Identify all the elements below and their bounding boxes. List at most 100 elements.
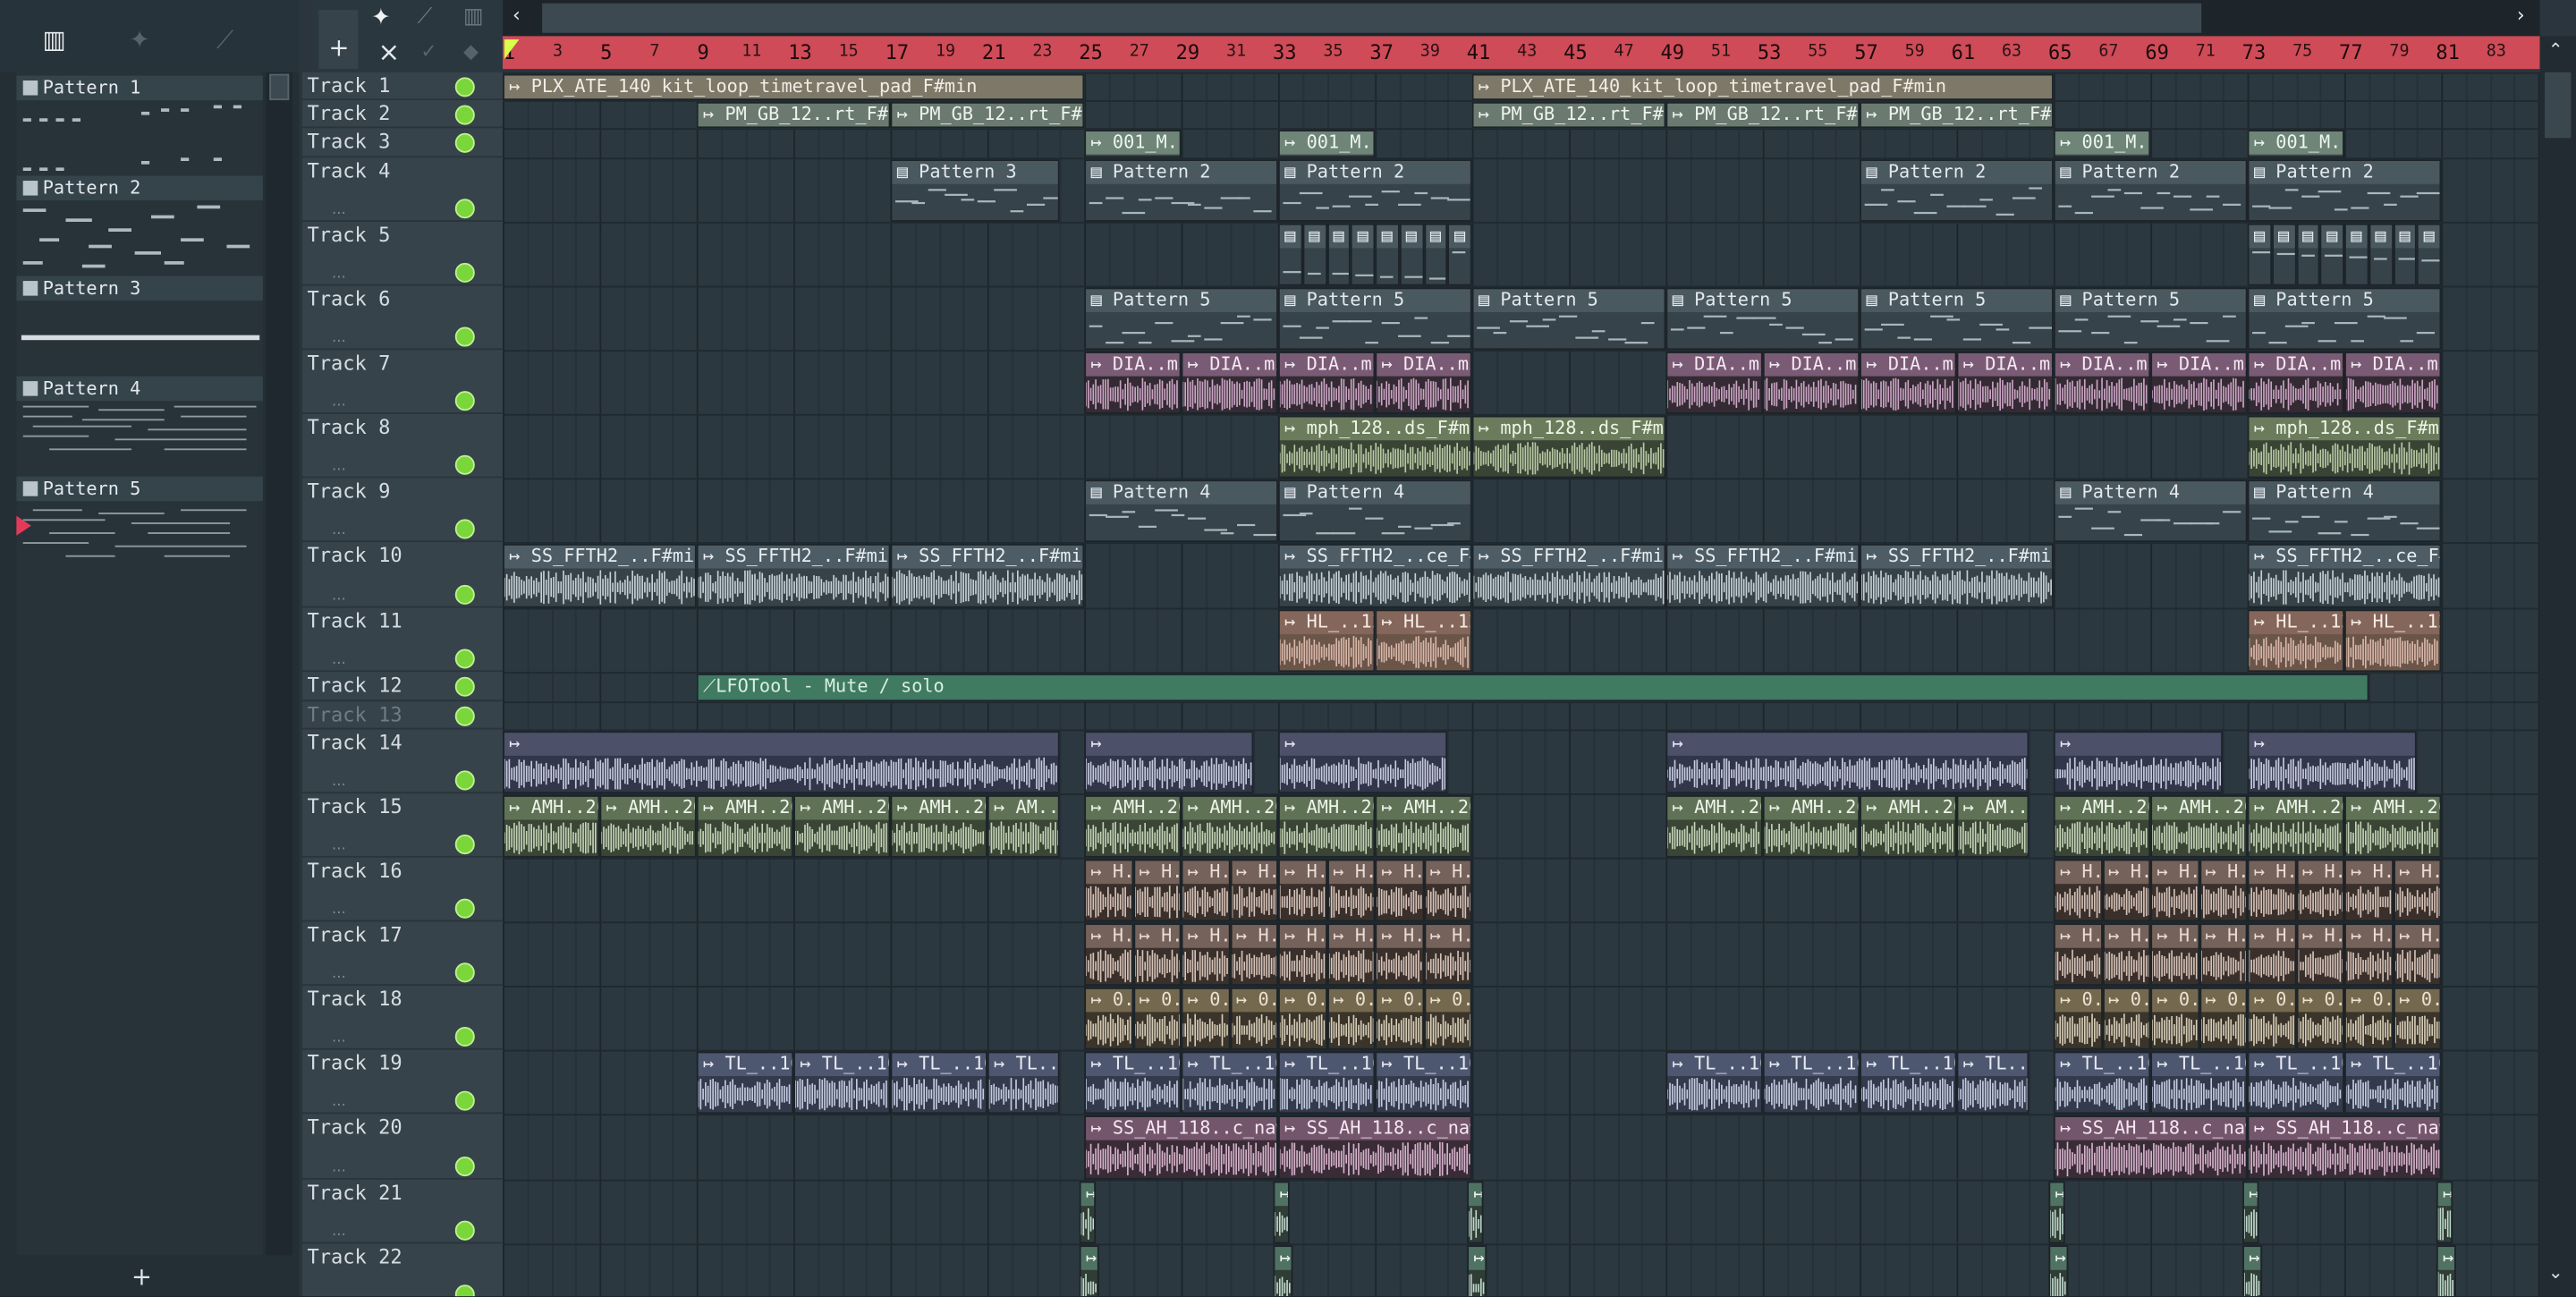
track-name[interactable]: Track 3 bbox=[307, 130, 390, 153]
track-name[interactable]: Track 4 bbox=[307, 159, 390, 182]
track-options-icon[interactable]: ... bbox=[332, 1288, 346, 1296]
pattern-header[interactable]: Pattern 1 bbox=[16, 75, 263, 101]
playlist-clip[interactable]: ↦ PM_GB_12..rt_F#min bbox=[696, 101, 891, 129]
track-name[interactable]: Track 6 bbox=[307, 287, 390, 310]
playlist-clip[interactable]: ▤ bbox=[1447, 223, 1472, 286]
playlist-clip[interactable]: ↦ mph_128..ds_F#min bbox=[1277, 415, 1472, 479]
playlist-clip[interactable]: ↦ TL_..100 bbox=[1860, 1051, 1957, 1115]
playlist-clip[interactable]: ↦ TL_..100 bbox=[1277, 1051, 1376, 1115]
track-mute-led[interactable] bbox=[454, 1157, 475, 1177]
playlist-clip[interactable]: ↦ bbox=[1665, 731, 2029, 794]
pattern-item[interactable]: Pattern 3 bbox=[16, 273, 263, 371]
playlist-clip[interactable]: ↦ H.. bbox=[1132, 923, 1182, 987]
playlist-clip[interactable]: ↦ DIA..min bbox=[1762, 352, 1860, 414]
playlist-clip[interactable]: ↦ H.. bbox=[1326, 859, 1376, 922]
playlist-clip[interactable]: ↦ DIA..min bbox=[2343, 352, 2442, 414]
pattern-item[interactable]: Pattern 5 bbox=[16, 473, 263, 572]
add-pattern-button[interactable]: + bbox=[131, 1262, 152, 1292]
playlist-clip[interactable]: ↦ DIA..min bbox=[2053, 352, 2151, 414]
track-name[interactable]: Track 17 bbox=[307, 923, 402, 946]
pattern-header[interactable]: Pattern 4 bbox=[16, 376, 263, 402]
track-options-icon[interactable]: ... bbox=[332, 522, 346, 538]
playlist-clip[interactable]: ↦ TL_..100 bbox=[1084, 1051, 1182, 1115]
track-name[interactable]: Track 12 bbox=[307, 674, 402, 697]
playlist-clip[interactable]: ▤ bbox=[2368, 223, 2394, 286]
playlist-clip[interactable]: ▤ bbox=[1423, 223, 1448, 286]
track-header[interactable]: Track 6... bbox=[301, 286, 504, 351]
playlist-clip[interactable]: ↦ SS_AH_118..c_naweli bbox=[1084, 1115, 1278, 1180]
track-options-icon[interactable]: ... bbox=[332, 902, 346, 918]
automation-clip[interactable]: ⟋LFOTool - Mute / solo bbox=[696, 674, 2369, 702]
pattern-item[interactable]: Pattern 1 bbox=[16, 72, 263, 172]
playlist-clip[interactable]: ↦ TL_..100 bbox=[696, 1051, 794, 1115]
track-mute-led[interactable] bbox=[454, 676, 475, 697]
playlist-clip[interactable]: ↦ bbox=[1277, 731, 1448, 794]
playlist-clip[interactable]: ↦ 0.. bbox=[2393, 987, 2442, 1050]
playlist-clip[interactable]: ↦ TL_..100 bbox=[890, 1051, 987, 1115]
picker-scroll-thumb[interactable] bbox=[269, 73, 290, 101]
playlist-clip[interactable]: ↦ bbox=[1467, 1245, 1487, 1297]
playlist-clip[interactable]: ↦ H.. bbox=[1181, 859, 1230, 922]
playlist-clip[interactable]: ↦ AMH..20 bbox=[2343, 794, 2442, 858]
picker-scrollbar[interactable] bbox=[266, 72, 292, 1256]
track-header[interactable]: Track 1 bbox=[301, 72, 504, 101]
track-mute-led[interactable] bbox=[454, 1090, 475, 1111]
track-header[interactable]: Track 18... bbox=[301, 986, 504, 1050]
track-mute-led[interactable] bbox=[454, 584, 475, 605]
playlist-clip[interactable]: ↦ 0.. bbox=[1229, 987, 1278, 1050]
track-name[interactable]: Track 7 bbox=[307, 352, 390, 375]
track-mute-led[interactable] bbox=[454, 262, 475, 283]
track-name[interactable]: Track 5 bbox=[307, 224, 390, 247]
vertical-scrollbar[interactable] bbox=[2539, 36, 2576, 1297]
playlist-clip[interactable]: ↦ AMH..20 bbox=[1762, 794, 1860, 858]
playlist-clip[interactable]: ▤ Pattern 5 bbox=[1471, 287, 1666, 351]
playlist-clip[interactable]: ↦ H.. bbox=[2393, 923, 2442, 987]
playlist-clip[interactable]: ↦ TL_..100 bbox=[2150, 1051, 2248, 1115]
playlist-clip[interactable]: ↦ DIA..min bbox=[1375, 352, 1472, 414]
playlist-clip[interactable]: ↦ H.. bbox=[1423, 923, 1472, 987]
track-name[interactable]: Track 20 bbox=[307, 1115, 402, 1139]
timeline-ruler[interactable]: 1 3 5 7 9 11 13 15 17 19 21 23 25 27 29 31 33 35 37 39 41 43 4… bbox=[503, 36, 2540, 70]
playlist-clip[interactable]: ↦ 0.. bbox=[1084, 987, 1133, 1050]
playlist-clip[interactable]: ▤ bbox=[2393, 223, 2418, 286]
playlist-clip[interactable]: ↦ bbox=[2242, 1245, 2262, 1297]
track-options-icon[interactable]: ... bbox=[332, 589, 346, 605]
playlist-clip[interactable]: ↦ bbox=[503, 731, 1061, 794]
track-header[interactable]: Track 11... bbox=[301, 608, 504, 673]
playlist-clip[interactable]: ▤ bbox=[1326, 223, 1352, 286]
edit-tool-icon[interactable]: ✓ bbox=[420, 39, 436, 63]
playlist-grid[interactable]: ↦ PLX_ATE_140_kit_loop_timetravel_pad_F#… bbox=[503, 72, 2540, 1297]
playlist-clip[interactable]: ↦ PLX_ATE_140_kit_loop_timetravel_pad_F#… bbox=[503, 73, 1085, 101]
playlist-clip[interactable]: ↦ bbox=[2436, 1245, 2456, 1297]
playlist-clip[interactable]: ↦ AMH..20 bbox=[1665, 794, 1763, 858]
track-header[interactable]: Track 4... bbox=[301, 157, 504, 222]
playlist-clip[interactable]: ▤ Pattern 5 bbox=[2053, 287, 2248, 351]
playlist-clip[interactable]: ▤ Pattern 4 bbox=[1277, 479, 1472, 543]
track-options-icon[interactable]: ... bbox=[332, 394, 346, 411]
playlist-clip[interactable]: ▤ Pattern 3 bbox=[890, 159, 1061, 222]
track-name[interactable]: Track 8 bbox=[307, 416, 390, 439]
scroll-left-icon[interactable]: ‹ bbox=[513, 4, 521, 27]
playlist-clip[interactable]: ↦ AMH..20 bbox=[599, 794, 697, 858]
track-mute-led[interactable] bbox=[454, 519, 475, 539]
playlist-clip[interactable]: ↦ H.. bbox=[2199, 923, 2248, 987]
playlist-clip[interactable]: ↦ 0.. bbox=[2295, 987, 2344, 1050]
playlist-clip[interactable]: ↦ TL_..100 bbox=[1762, 1051, 1860, 1115]
scroll-down-icon[interactable]: ⌄ bbox=[2548, 1262, 2563, 1284]
playlist-clip[interactable]: ↦ AMH..20 bbox=[503, 794, 600, 858]
track-header[interactable]: Track 7... bbox=[301, 350, 504, 414]
playlist-clip[interactable]: ↦ bbox=[1084, 731, 1254, 794]
playlist-clip[interactable]: ↦ TL_..100 bbox=[793, 1051, 891, 1115]
playlist-clip[interactable]: ↦ HL_..123 bbox=[1277, 609, 1376, 673]
playlist-clip[interactable]: ↦ H.. bbox=[2199, 859, 2248, 922]
playlist-clip[interactable]: ▤ Pattern 4 bbox=[2247, 479, 2442, 543]
playlist-clip[interactable]: ↦ AMH..20 bbox=[1860, 794, 1957, 858]
playlist-clip[interactable]: ↦ H.. bbox=[1277, 859, 1327, 922]
playlist-clip[interactable]: ↦ H.. bbox=[1132, 859, 1182, 922]
playlist-clip[interactable]: ▤ Pattern 2 bbox=[2053, 159, 2248, 222]
playlist-clip[interactable]: ↦ AM..0 bbox=[987, 794, 1061, 858]
playlist-clip[interactable]: ↦ DIA..min bbox=[1665, 352, 1763, 414]
playlist-clip[interactable]: ↦ TL..00 bbox=[987, 1051, 1061, 1115]
track-mute-led[interactable] bbox=[454, 1220, 475, 1241]
track-options-icon[interactable]: ... bbox=[332, 1094, 346, 1110]
